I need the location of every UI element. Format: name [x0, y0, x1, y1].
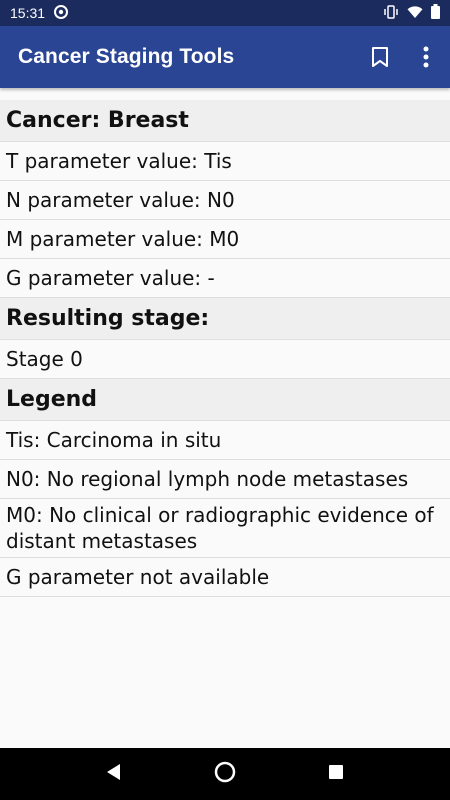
legend-tis-row: Tis: Carcinoma in situ [0, 421, 450, 460]
at-sign-icon [53, 4, 69, 23]
wifi-icon [407, 5, 423, 22]
m-parameter-row: M parameter value: M0 [0, 220, 450, 259]
status-time: 15:31 [10, 5, 46, 21]
battery-icon [431, 4, 440, 22]
legend-m0-row: M0: No clinical or radiographic evidence… [0, 499, 450, 558]
app-bar: Cancer Staging Tools [0, 26, 450, 88]
navigation-bar [0, 748, 450, 800]
back-icon[interactable] [105, 763, 123, 785]
home-icon[interactable] [214, 761, 236, 787]
legend-n0-row: N0: No regional lymph node metastases [0, 460, 450, 499]
more-vert-icon[interactable] [410, 41, 442, 73]
bookmark-icon[interactable] [364, 41, 396, 73]
staging-result-list: Cancer: Breast T parameter value: Tis N … [0, 100, 450, 597]
vibrate-icon [383, 4, 399, 23]
t-parameter-row: T parameter value: Tis [0, 142, 450, 181]
resulting-stage-header: Resulting stage: [0, 298, 450, 340]
stage-row: Stage 0 [0, 340, 450, 379]
n-parameter-row: N parameter value: N0 [0, 181, 450, 220]
g-parameter-row: G parameter value: - [0, 259, 450, 298]
recents-icon[interactable] [327, 763, 345, 785]
cancer-header: Cancer: Breast [0, 100, 450, 142]
legend-header: Legend [0, 379, 450, 421]
legend-g-row: G parameter not available [0, 558, 450, 597]
status-bar: 15:31 [0, 0, 450, 26]
app-title: Cancer Staging Tools [18, 45, 235, 68]
